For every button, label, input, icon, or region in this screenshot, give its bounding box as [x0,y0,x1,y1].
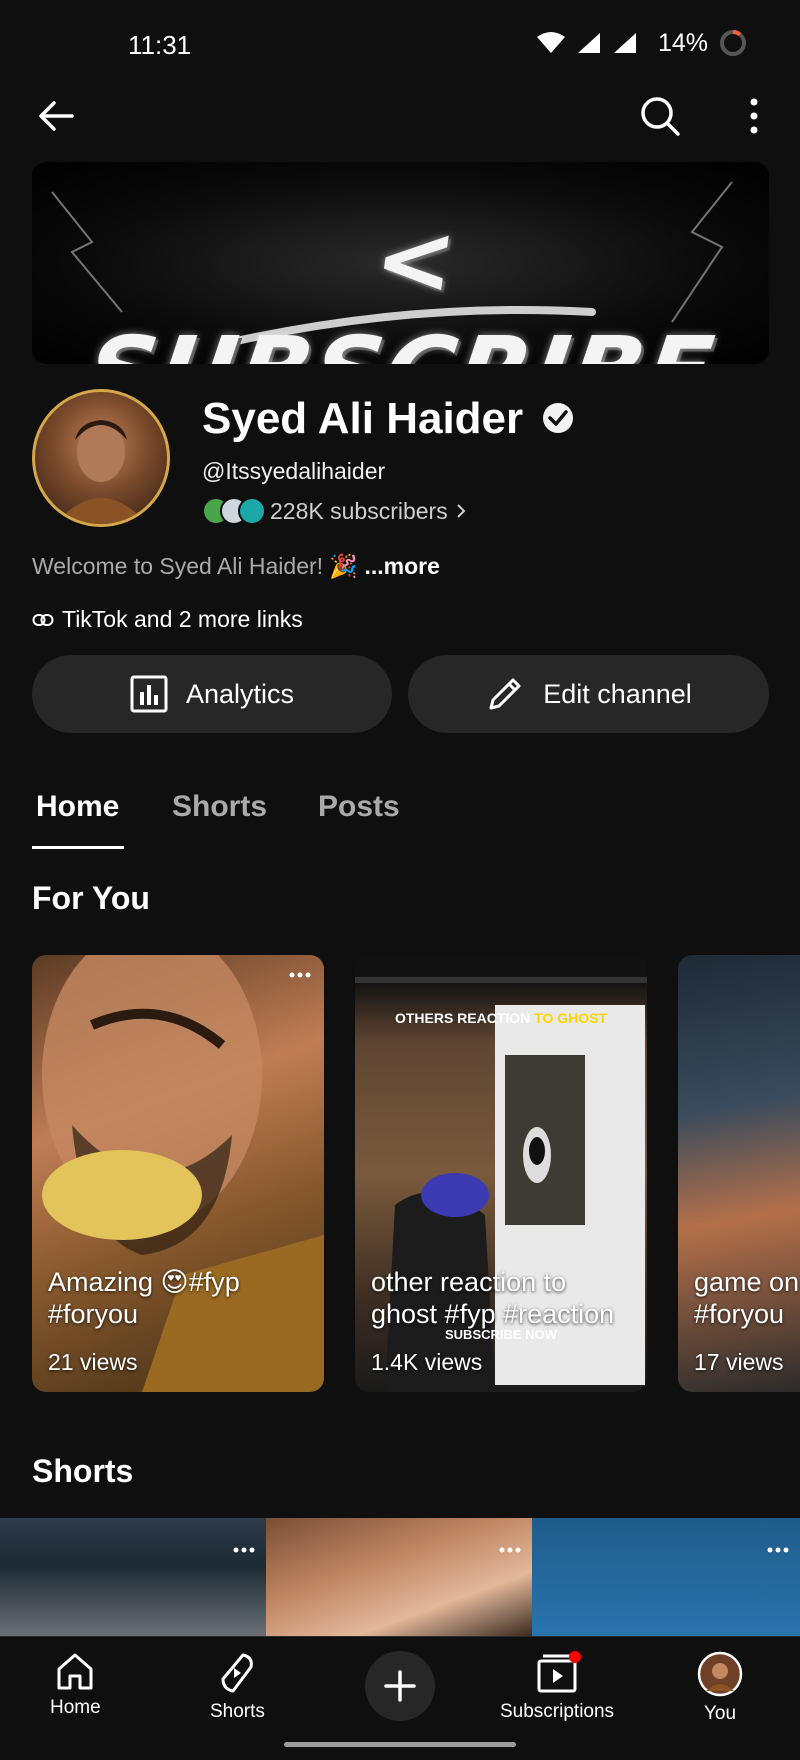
subscriber-count: 228K subscribers [270,497,448,524]
overlay-text-white: OTHERS REACTION [394,1010,531,1026]
subscriber-avatars [202,497,266,525]
subscribers-row[interactable]: 228K subscribers [202,497,468,525]
video-caption: game on #foryou [694,1267,800,1329]
edit-channel-button[interactable]: Edit channel [408,655,769,733]
tab-posts[interactable]: Posts [318,790,400,824]
nav-home-label: Home [50,1697,101,1718]
create-button[interactable] [365,1651,435,1721]
overlay-text-yellow: TO GHOST [534,1010,608,1026]
tab-shorts[interactable]: Shorts [172,790,267,824]
shorts-strip [0,1518,800,1636]
edit-channel-label: Edit channel [543,678,692,709]
video-caption: Amazing 😍#fyp #foryou [48,1267,240,1329]
analytics-icon [130,675,168,713]
nav-shorts-label: Shorts [210,1701,265,1722]
link-icon [32,613,54,626]
battery-icon [720,29,746,56]
channel-name: Syed Ali Haider [202,394,524,443]
active-tab-indicator [32,846,124,849]
wifi-icon [536,32,565,53]
more-horiz-icon[interactable] [498,1544,522,1556]
video-views: 21 views [48,1349,138,1375]
short-thumbnail[interactable] [0,1518,266,1636]
home-indicator[interactable] [284,1742,516,1747]
nav-shorts[interactable]: Shorts [210,1651,265,1723]
section-title-for-you: For You [32,880,150,916]
status-time: 11:31 [128,30,192,60]
avatar-figure [55,420,147,524]
notification-dot [569,1651,582,1663]
short-thumbnail[interactable] [266,1518,532,1636]
shorts-icon [221,1653,254,1693]
home-icon [57,1653,93,1690]
search-icon[interactable] [636,92,684,140]
video-views: 17 views [694,1349,784,1375]
more-horiz-icon[interactable] [232,1544,256,1556]
signal-icon [613,33,636,53]
video-views: 1.4K views [371,1349,483,1375]
thumbnail-overlay-text: OTHERS REACTION TO GHOST [355,1010,647,1026]
channel-tabs: Home Shorts Posts [0,780,800,850]
profile-avatar-icon [697,1651,743,1697]
description-text: Welcome to Syed Ali Haider! 🎉 [32,553,359,579]
verified-icon [543,403,573,433]
battery-percent: 14% [657,28,708,57]
chevron-right-icon [456,504,466,518]
signal-icon [577,33,600,53]
more-vert-icon[interactable] [736,92,772,140]
channel-handle: @Itssyedalihaider [202,458,386,484]
nav-home[interactable]: Home [50,1651,101,1719]
links-label: TikTok and 2 more links [62,606,303,632]
analytics-button[interactable]: Analytics [32,655,392,733]
video-card[interactable]: Amazing 😍#fyp #foryou 21 views [32,955,324,1392]
channel-banner: < SUBSCRIBE > [32,162,769,364]
nav-you[interactable]: You [697,1651,743,1725]
analytics-label: Analytics [185,678,295,709]
subscriptions-icon [537,1651,582,1693]
nav-subscriptions-label: Subscriptions [500,1701,615,1722]
tab-home[interactable]: Home [36,790,119,824]
back-arrow-icon[interactable] [32,92,80,140]
more-horiz-icon[interactable] [766,1544,790,1556]
status-bar: 11:31 14% [0,0,800,92]
subscriber-avatar [238,497,266,525]
section-title-shorts: Shorts [32,1453,134,1489]
channel-avatar[interactable] [32,389,170,527]
video-caption: other reaction to ghost #fyp #reaction [371,1267,615,1329]
nav-subscriptions[interactable]: Subscriptions [500,1651,614,1723]
status-icons: 14% [536,28,748,58]
video-card[interactable]: OTHERS REACTION TO GHOST SUBSCRIBE NOW o… [355,955,647,1392]
channel-description[interactable]: Welcome to Syed Ali Haider! 🎉 ...more [32,553,440,580]
nav-you-label: You [703,1703,737,1724]
pencil-icon [489,678,521,710]
top-app-bar [0,92,800,140]
plus-icon [384,1670,416,1702]
banner-text: < SUBSCRIBE > [80,204,722,364]
more-link[interactable]: ...more [364,553,439,579]
channel-links[interactable]: TikTok and 2 more links [32,606,303,633]
short-thumbnail[interactable] [532,1518,800,1636]
more-horiz-icon[interactable] [288,969,312,981]
video-card[interactable]: game on #foryou 17 views [678,955,800,1392]
